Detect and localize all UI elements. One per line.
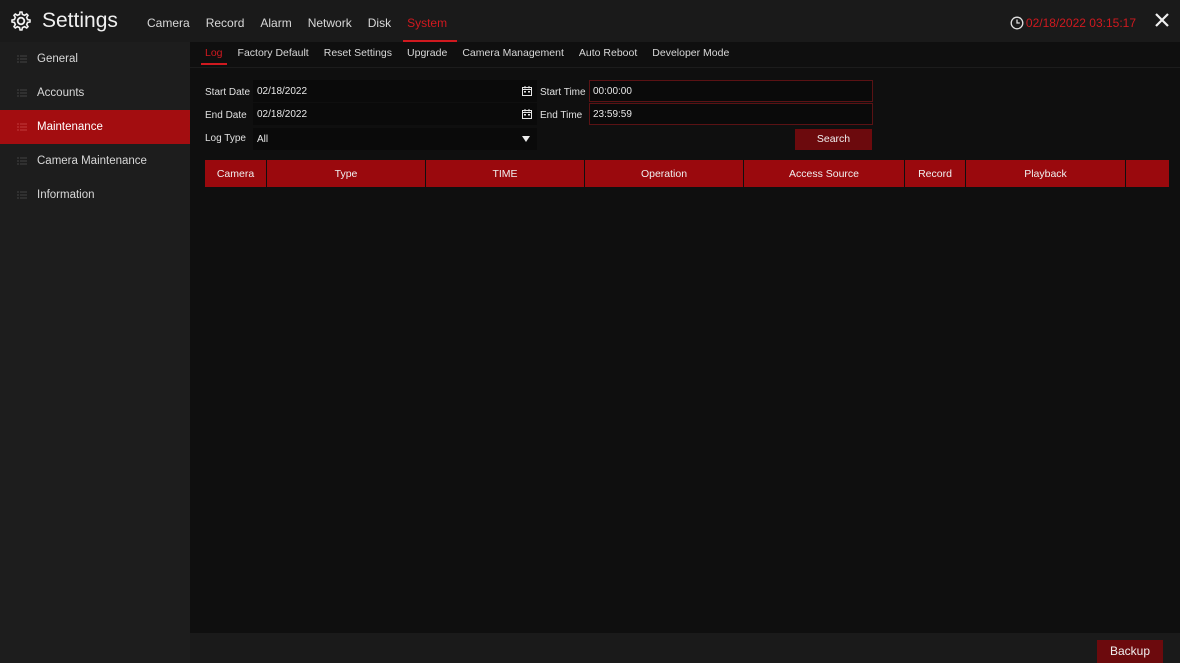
tab-developer-mode[interactable]: Developer Mode xyxy=(652,47,729,59)
start-date-field[interactable]: 02/18/2022 xyxy=(253,80,537,102)
page-title: Settings xyxy=(42,9,118,32)
list-icon xyxy=(17,157,27,165)
sidebar-item-label: Maintenance xyxy=(37,121,103,133)
calendar-icon[interactable] xyxy=(522,109,532,119)
start-time-field[interactable]: 00:00:00 xyxy=(589,80,873,102)
sidebar-item-label: Accounts xyxy=(37,87,85,99)
close-icon[interactable] xyxy=(1152,10,1172,30)
backup-button[interactable]: Backup xyxy=(1097,640,1163,663)
sidebar: General Accounts Maintenance Camera Main… xyxy=(0,42,190,663)
top-bar: Settings Camera Record Alarm Network Dis… xyxy=(0,0,1180,42)
list-icon xyxy=(17,89,27,97)
sidebar-item-general[interactable]: General xyxy=(0,42,190,76)
start-time-label: Start Time xyxy=(540,87,586,98)
clock: 02/18/2022 03:15:17 xyxy=(1010,16,1136,30)
log-type-label: Log Type xyxy=(205,133,246,144)
nav-disk[interactable]: Disk xyxy=(368,16,391,30)
nav-camera[interactable]: Camera xyxy=(147,16,190,30)
column-header-playback: Playback xyxy=(966,160,1126,187)
sidebar-item-camera-maintenance[interactable]: Camera Maintenance xyxy=(0,144,190,178)
top-nav: Camera Record Alarm Network Disk System xyxy=(147,16,463,42)
sub-nav: Log Factory Default Reset Settings Upgra… xyxy=(201,47,744,65)
chevron-down-icon[interactable] xyxy=(522,136,530,142)
sidebar-item-accounts[interactable]: Accounts xyxy=(0,76,190,110)
log-table-header: Camera Type TIME Operation Access Source… xyxy=(205,160,1169,187)
nav-system[interactable]: System xyxy=(403,16,458,42)
tab-reset-settings[interactable]: Reset Settings xyxy=(324,47,392,59)
end-time-value: 23:59:59 xyxy=(593,109,632,120)
tab-camera-management[interactable]: Camera Management xyxy=(462,47,564,59)
start-date-label: Start Date xyxy=(205,87,251,98)
end-date-value: 02/18/2022 xyxy=(257,109,308,120)
tab-factory-default[interactable]: Factory Default xyxy=(238,47,309,59)
nav-alarm[interactable]: Alarm xyxy=(260,16,291,30)
log-type-select[interactable]: All xyxy=(253,128,537,150)
sidebar-item-information[interactable]: Information xyxy=(0,178,190,212)
list-icon xyxy=(17,123,27,131)
clock-datetime: 02/18/2022 03:15:17 xyxy=(1025,16,1136,30)
end-date-field[interactable]: 02/18/2022 xyxy=(253,103,537,125)
column-header-camera: Camera xyxy=(205,160,267,187)
sidebar-item-label: Information xyxy=(37,189,95,201)
tab-auto-reboot[interactable]: Auto Reboot xyxy=(579,47,637,59)
start-time-value: 00:00:00 xyxy=(593,86,632,97)
search-button[interactable]: Search xyxy=(795,129,872,150)
log-type-value: All xyxy=(257,134,269,145)
column-header-access-source: Access Source xyxy=(744,160,905,187)
column-header-record: Record xyxy=(905,160,966,187)
column-header-time: TIME xyxy=(426,160,585,187)
tab-log[interactable]: Log xyxy=(201,47,226,65)
nav-network[interactable]: Network xyxy=(308,16,352,30)
column-header-type: Type xyxy=(267,160,426,187)
sidebar-item-label: Camera Maintenance xyxy=(37,155,147,167)
footer-bar xyxy=(190,633,1180,663)
clock-icon xyxy=(1010,16,1024,30)
list-icon xyxy=(17,191,27,199)
divider xyxy=(190,67,1180,68)
sidebar-item-maintenance[interactable]: Maintenance xyxy=(0,110,190,144)
end-time-label: End Time xyxy=(540,110,583,121)
start-date-value: 02/18/2022 xyxy=(257,86,308,97)
calendar-icon[interactable] xyxy=(522,86,532,96)
end-time-field[interactable]: 23:59:59 xyxy=(589,103,873,125)
column-header-operation: Operation xyxy=(585,160,744,187)
column-header-extra xyxy=(1126,160,1169,187)
sidebar-item-label: General xyxy=(37,53,78,65)
nav-record[interactable]: Record xyxy=(206,16,245,30)
list-icon xyxy=(17,55,27,63)
tab-upgrade[interactable]: Upgrade xyxy=(407,47,447,59)
end-date-label: End Date xyxy=(205,110,247,121)
app-title: Settings xyxy=(10,8,118,34)
gear-icon xyxy=(11,11,31,31)
